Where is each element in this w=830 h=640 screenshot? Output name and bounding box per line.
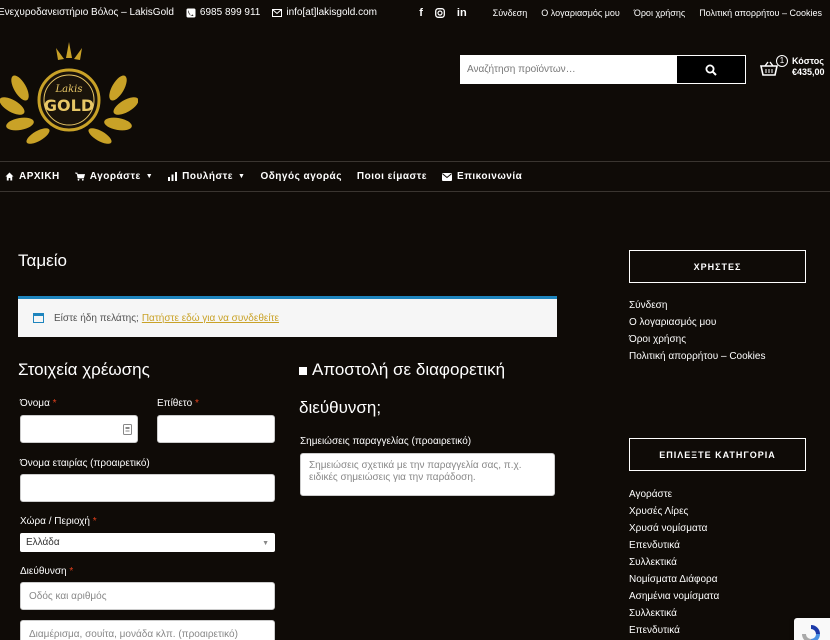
nav-label-guide: Οδηγός αγοράς (260, 171, 342, 182)
bar-chart-icon (168, 172, 178, 181)
category-link[interactable]: Αγοράστε (629, 486, 719, 503)
nav-label-buy: Αγοράστε (89, 171, 141, 182)
required-mark: * (52, 398, 57, 409)
nav-label-sell: Πουλήστε (182, 171, 234, 182)
category-widget-title: ΕΠΙΛΕΞΤΕ ΚΑΤΗΓΟΡΙΑ (629, 438, 806, 471)
nav-item-about[interactable]: Ποιοι είμαστε (357, 171, 427, 182)
page-title: Ταμείο (18, 251, 67, 270)
search-input[interactable] (460, 55, 676, 84)
linkedin-icon[interactable]: in (457, 7, 467, 19)
category-links: Αγοράστε Χρυσές Λίρες Χρυσά νομίσματα Επ… (629, 486, 719, 639)
top-bar-links: f in Σύνδεση Ο λογαριασμός μου Όροι χρήσ… (419, 7, 822, 19)
nav-item-home[interactable]: ΑΡΧΙΚΗ (5, 171, 60, 182)
sidebar-link-account[interactable]: Ο λογαριασμός μου (629, 314, 765, 331)
last-name-field[interactable] (157, 415, 275, 443)
category-link[interactable]: Ασημένια νομίσματα (629, 588, 719, 605)
sidebar-link-privacy[interactable]: Πολιτική απορρήτου – Cookies (629, 348, 765, 365)
cart-summary: Κόστος €435,00 (792, 56, 825, 78)
cart-count-badge: 1 (776, 55, 788, 67)
top-link-account[interactable]: Ο λογαριασμός μου (541, 8, 620, 18)
required-mark: * (92, 516, 97, 527)
facebook-icon[interactable]: f (419, 7, 423, 19)
nav-item-sell[interactable]: Πουλήστε ▼ (168, 171, 245, 182)
email-address[interactable]: info[at]lakisgold.com (286, 7, 377, 18)
search-icon (705, 64, 717, 76)
address-label: Διεύθυνση * (20, 566, 73, 577)
country-selected-value: Ελλάδα (26, 537, 60, 548)
category-link[interactable]: Επενδυτικά (629, 537, 719, 554)
nav-item-contact[interactable]: Επικοινωνία (442, 171, 522, 182)
top-bar: Ενεχυροδανειστήριο Βόλος – LakisGold 698… (0, 0, 830, 27)
shopping-cart-icon (74, 172, 85, 181)
nav-item-buy[interactable]: Αγοράστε ▼ (74, 171, 154, 182)
caret-down-icon: ▼ (238, 173, 246, 180)
main-nav: ΑΡΧΙΚΗ Αγοράστε ▼ Πουλήστε ▼ Οδηγός αγορ… (0, 161, 830, 192)
category-link[interactable]: Χρυσά νομίσματα (629, 520, 719, 537)
phone-icon (186, 8, 196, 17)
logo-wordmark: Lakis GOLD (0, 38, 138, 150)
shipping-heading-line1: Αποστολή σε διαφορετική (312, 360, 506, 379)
sidebar-link-terms[interactable]: Όροι χρήσης (629, 331, 765, 348)
recaptcha-badge[interactable] (794, 618, 830, 640)
search-button[interactable] (676, 55, 746, 84)
first-name-field[interactable] (20, 415, 138, 443)
first-name-label-text: Όνομα (20, 398, 50, 409)
company-label: Όνομα εταιρίας (προαιρετικό) (20, 458, 150, 469)
users-links: Σύνδεση Ο λογαριασμός μου Όροι χρήσης Πο… (629, 297, 765, 365)
autofill-icon (123, 424, 132, 435)
company-field[interactable] (20, 474, 275, 502)
cart-amount: €435,00 (792, 67, 825, 77)
login-notice: Είστε ήδη πελάτης; Πατήστε εδώ για να συ… (18, 296, 557, 337)
envelope-icon (272, 8, 283, 17)
recaptcha-icon (802, 625, 820, 640)
caret-down-icon: ▼ (145, 173, 154, 180)
country-label-text: Χώρα / Περιοχή (20, 516, 90, 527)
phone-number[interactable]: 6985 899 911 (200, 7, 260, 18)
nav-label-contact: Επικοινωνία (457, 171, 523, 182)
required-mark: * (194, 398, 199, 409)
category-link[interactable]: Συλλεκτικά (629, 605, 719, 622)
country-label: Χώρα / Περιοχή * (20, 516, 97, 527)
category-link[interactable]: Νομίσματα Διάφορα (629, 571, 719, 588)
basket-icon (760, 61, 778, 76)
last-name-label: Επίθετο * (157, 398, 199, 409)
notice-text: Είστε ήδη πελάτης; (54, 312, 139, 324)
address2-field[interactable]: Διαμέρισμα, σουίτα, μονάδα κλπ. (προαιρε… (20, 620, 275, 640)
caret-down-icon: ▼ (262, 540, 269, 547)
login-link[interactable]: Πατήστε εδώ για να συνδεθείτε (142, 313, 279, 324)
order-notes-textarea[interactable]: Σημειώσεις σχετικά με την παραγγελία σας… (300, 453, 555, 496)
category-link[interactable]: Συλλεκτικά (629, 554, 719, 571)
shipping-heading-line2: διεύθυνση; (299, 398, 382, 417)
top-bar-contact: Ενεχυροδανειστήριο Βόλος – LakisGold 698… (0, 7, 377, 18)
order-notes-label: Σημειώσεις παραγγελίας (προαιρετικό) (300, 436, 472, 447)
cart[interactable]: 1 Κόστος €435,00 (760, 55, 830, 85)
envelope-icon (442, 172, 453, 181)
nav-label-about: Ποιοι είμαστε (356, 171, 428, 182)
home-icon (5, 172, 14, 181)
top-link-login[interactable]: Σύνδεση (493, 8, 528, 18)
site-name: Ενεχυροδανειστήριο Βόλος – LakisGold (0, 7, 174, 18)
instagram-icon[interactable] (434, 8, 445, 18)
nav-label-home: ΑΡΧΙΚΗ (19, 171, 60, 182)
window-icon (33, 313, 44, 323)
billing-heading: Στοιχεία χρέωσης (18, 360, 150, 379)
top-link-privacy[interactable]: Πολιτική απορρήτου – Cookies (699, 8, 822, 18)
ship-different-checkbox[interactable] (299, 367, 307, 375)
address-label-text: Διεύθυνση (20, 566, 67, 577)
top-link-terms[interactable]: Όροι χρήσης (634, 8, 685, 18)
logo-script: Lakis (55, 84, 83, 95)
first-name-label: Όνομα * (20, 398, 57, 409)
sidebar-link-login[interactable]: Σύνδεση (629, 297, 765, 314)
users-widget-title: ΧΡΗΣΤΕΣ (629, 250, 806, 283)
category-link[interactable]: Επενδυτικά (629, 622, 719, 639)
last-name-label-text: Επίθετο (157, 398, 193, 409)
product-search (460, 55, 746, 84)
country-select[interactable]: Ελλάδα ▼ (20, 533, 275, 552)
address-field[interactable]: Οδός και αριθμός (20, 582, 275, 610)
nav-item-guide[interactable]: Οδηγός αγοράς (260, 171, 341, 182)
category-link[interactable]: Χρυσές Λίρες (629, 503, 719, 520)
logo-text: GOLD (43, 96, 95, 115)
cart-label: Κόστος (792, 56, 824, 66)
required-mark: * (69, 566, 74, 577)
